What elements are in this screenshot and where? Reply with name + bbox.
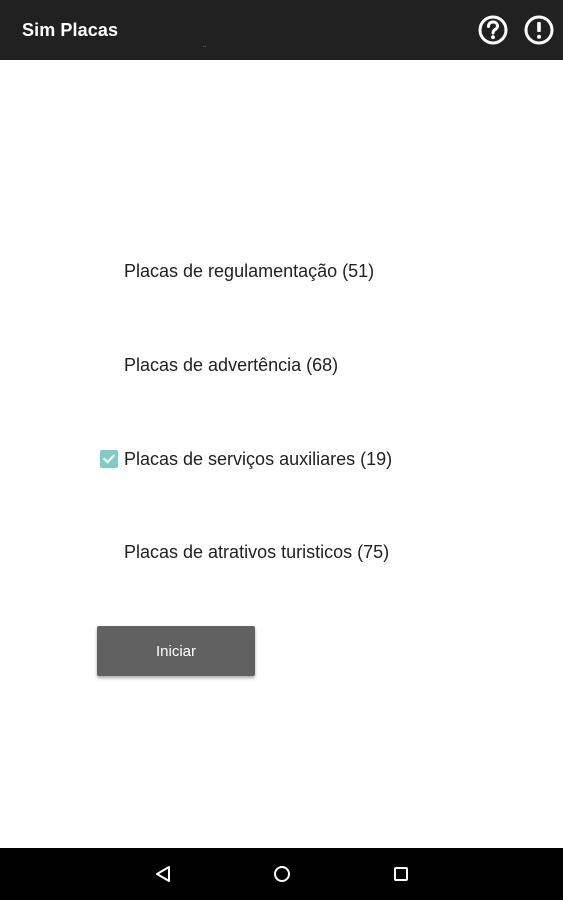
navigation-bar — [0, 848, 563, 900]
option-label-regulamentacao: Placas de regulamentação (51) — [124, 260, 375, 281]
option-label-atrativos-turisticos: Placas de atrativos turisticos (75) — [124, 541, 390, 562]
category-options: Placas de regulamentação (51) Placas de … — [0, 0, 563, 900]
start-button[interactable]: Iniciar — [97, 626, 255, 676]
home-circle-icon[interactable] — [269, 861, 295, 887]
option-regulamentacao[interactable]: Placas de regulamentação (51) — [98, 256, 374, 286]
checkmark-icon — [102, 454, 116, 464]
option-servicos-auxiliares[interactable]: Placas de serviços auxiliares (19) — [98, 444, 392, 474]
recents-square-icon[interactable] — [388, 861, 414, 887]
checkbox-servicos-auxiliares[interactable] — [100, 450, 118, 468]
option-advertencia[interactable]: Placas de advertência (68) — [98, 350, 338, 380]
option-label-servicos-auxiliares: Placas de serviços auxiliares (19) — [124, 448, 393, 469]
screen: Sim Placas .. Placas de regulamentação (… — [0, 0, 563, 900]
back-triangle-icon[interactable] — [150, 861, 176, 887]
option-atrativos-turisticos[interactable]: Placas de atrativos turisticos (75) — [98, 537, 389, 567]
option-label-advertencia: Placas de advertência (68) — [124, 354, 339, 375]
